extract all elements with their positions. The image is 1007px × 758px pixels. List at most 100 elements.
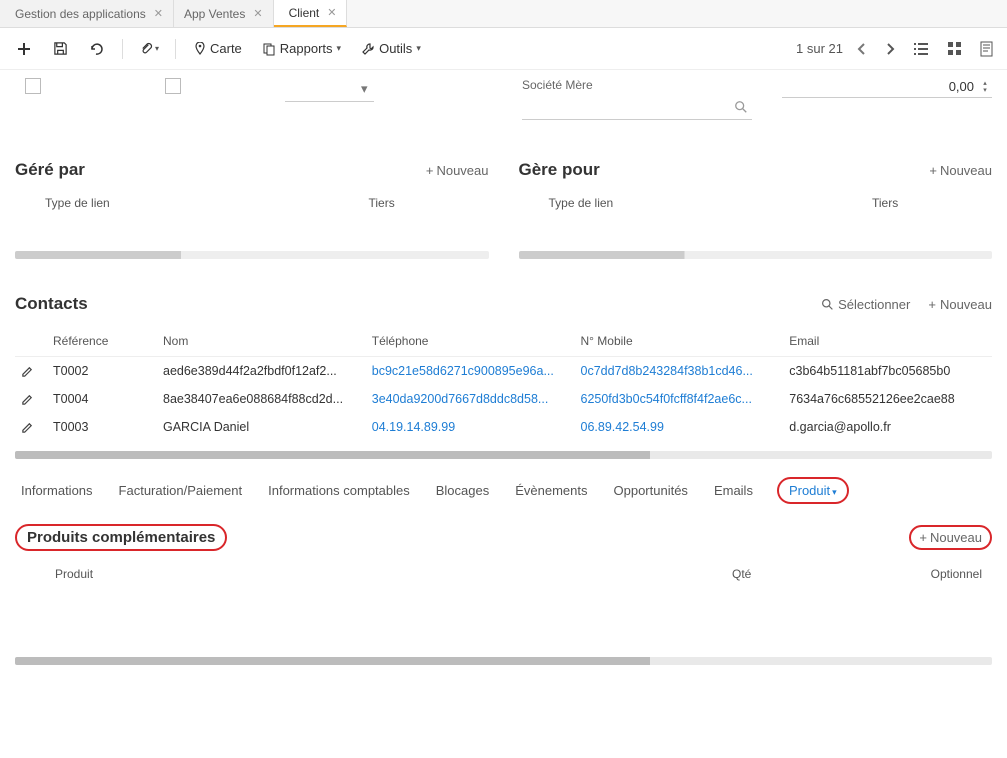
cell-email: d.garcia@apollo.fr <box>783 413 992 441</box>
rapports-label: Rapports <box>280 41 333 56</box>
nouveau-button[interactable]: +Nouveau <box>919 530 982 545</box>
tab-client[interactable]: Client ✕ <box>274 0 348 27</box>
plus-icon: + <box>919 530 927 545</box>
produits-section: Produits complémentaires +Nouveau Produi… <box>15 524 992 665</box>
wrench-icon <box>361 42 375 56</box>
close-icon[interactable]: ✕ <box>253 7 262 20</box>
app-tabs: Gestion des applications ✕ App Ventes ✕ … <box>0 0 1007 28</box>
cell-mob[interactable]: 0c7dd7d8b243284f38b1cd46... <box>575 357 784 386</box>
close-icon[interactable]: ✕ <box>154 7 163 20</box>
checkbox[interactable] <box>25 78 41 94</box>
scrollbar[interactable] <box>15 251 489 259</box>
table-row[interactable]: T0004 8ae38407ea6e088684f88cd2d... 3e40d… <box>15 385 992 413</box>
toolbar: ▾ Carte Rapports▾ Outils▾ 1 sur 21 <box>0 28 1007 70</box>
col-mobile[interactable]: N° Mobile <box>575 326 784 357</box>
close-icon[interactable]: ✕ <box>327 6 336 19</box>
tab-app-ventes[interactable]: App Ventes ✕ <box>174 0 274 27</box>
gere-pour-panel: Gère pour +Nouveau Type de lien Tiers <box>519 160 993 259</box>
scrollbar[interactable] <box>519 251 993 259</box>
carte-button[interactable]: Carte <box>188 37 248 60</box>
selectionner-label: Sélectionner <box>838 297 910 312</box>
cell-tel[interactable]: bc9c21e58d6271c900895e96a... <box>366 357 575 386</box>
cell-email: c3b64b51181abf7bc05685b0 <box>783 357 992 386</box>
outils-label: Outils <box>379 41 412 56</box>
col-type-lien: Type de lien <box>519 196 873 210</box>
page-view-icon[interactable] <box>976 37 997 61</box>
chevron-down-icon: ▾ <box>361 81 368 97</box>
search-icon <box>734 100 748 114</box>
col-optionnel: Optionnel <box>892 567 982 581</box>
chevron-down-icon: ▾ <box>832 487 837 497</box>
nouveau-button[interactable]: +Nouveau <box>426 163 489 178</box>
col-type-lien: Type de lien <box>15 196 369 210</box>
nouveau-button[interactable]: +Nouveau <box>929 163 992 178</box>
nouveau-label: Nouveau <box>940 163 992 178</box>
plus-icon: + <box>928 297 936 312</box>
add-button[interactable] <box>10 35 38 63</box>
list-view-icon[interactable] <box>909 38 933 60</box>
produits-title: Produits complémentaires <box>27 529 215 546</box>
contacts-section: Contacts Sélectionner + Nouveau Référence… <box>15 294 992 459</box>
empty-rows <box>15 587 992 657</box>
subtab-facturation[interactable]: Facturation/Paiement <box>117 477 245 504</box>
edit-icon[interactable] <box>15 357 47 386</box>
cell-tel[interactable]: 04.19.14.89.99 <box>366 413 575 441</box>
table-row[interactable]: T0003 GARCIA Daniel 04.19.14.89.99 06.89… <box>15 413 992 441</box>
selectionner-button[interactable]: Sélectionner <box>821 297 910 312</box>
prev-button[interactable] <box>853 38 871 60</box>
edit-icon[interactable] <box>15 385 47 413</box>
subtab-info-comptables[interactable]: Informations comptables <box>266 477 412 504</box>
panel-title: Géré par <box>15 160 85 180</box>
separator <box>175 39 176 59</box>
cell-nom: 8ae38407ea6e088684f88cd2d... <box>157 385 366 413</box>
numeric-field[interactable]: 0,00 ▴▾ <box>782 76 992 98</box>
societe-mere-label: Société Mère <box>522 78 752 92</box>
attach-button[interactable]: ▾ <box>135 35 163 63</box>
col-nom[interactable]: Nom <box>157 326 366 357</box>
scrollbar[interactable] <box>15 451 992 459</box>
subtab-emails[interactable]: Emails <box>712 477 755 504</box>
next-button[interactable] <box>881 38 899 60</box>
plus-icon: + <box>929 163 937 178</box>
col-email[interactable]: Email <box>783 326 992 357</box>
outils-button[interactable]: Outils▾ <box>355 37 427 60</box>
pin-icon <box>194 42 206 56</box>
plus-icon: + <box>426 163 434 178</box>
subtab-produit-label: Produit <box>789 483 830 498</box>
scrollbar[interactable] <box>15 657 992 665</box>
table-row[interactable]: T0002 aed6e389d44f2a2fbdf0f12af2... bc9c… <box>15 357 992 386</box>
grid-view-icon[interactable] <box>943 37 966 60</box>
nouveau-button[interactable]: + Nouveau <box>928 297 992 312</box>
spinner[interactable]: ▴▾ <box>978 76 992 97</box>
col-produit: Produit <box>25 567 732 581</box>
pager-text: 1 sur 21 <box>796 41 843 56</box>
cell-mob[interactable]: 06.89.42.54.99 <box>575 413 784 441</box>
nouveau-label: Nouveau <box>940 297 992 312</box>
subtab-informations[interactable]: Informations <box>19 477 95 504</box>
cell-email: 7634a76c68552126ee2cae88 <box>783 385 992 413</box>
tab-label: App Ventes <box>184 7 245 21</box>
col-telephone[interactable]: Téléphone <box>366 326 575 357</box>
cell-nom: GARCIA Daniel <box>157 413 366 441</box>
cell-tel[interactable]: 3e40da9200d7667d8ddc8d58... <box>366 385 575 413</box>
undo-button[interactable] <box>82 35 110 63</box>
societe-mere-input[interactable] <box>522 94 752 120</box>
subtab-produit[interactable]: Produit▾ <box>777 477 849 504</box>
col-reference[interactable]: Référence <box>47 326 157 357</box>
select-field[interactable]: ▾ <box>285 76 374 102</box>
checkbox[interactable] <box>165 78 181 94</box>
edit-icon[interactable] <box>15 413 47 441</box>
subtab-blocages[interactable]: Blocages <box>434 477 491 504</box>
tab-gestion-apps[interactable]: Gestion des applications ✕ <box>0 0 174 27</box>
contacts-title: Contacts <box>15 294 88 314</box>
search-icon <box>821 298 834 311</box>
subtab-evenements[interactable]: Évènements <box>513 477 589 504</box>
tab-label: Gestion des applications <box>15 7 146 21</box>
save-button[interactable] <box>46 35 74 63</box>
tab-label: Client <box>289 6 320 20</box>
rapports-button[interactable]: Rapports▾ <box>256 37 347 60</box>
cell-mob[interactable]: 6250fd3b0c54f0fcff8f4f2ae6c... <box>575 385 784 413</box>
subtab-opportunites[interactable]: Opportunités <box>612 477 690 504</box>
separator <box>122 39 123 59</box>
cell-ref: T0002 <box>47 357 157 386</box>
